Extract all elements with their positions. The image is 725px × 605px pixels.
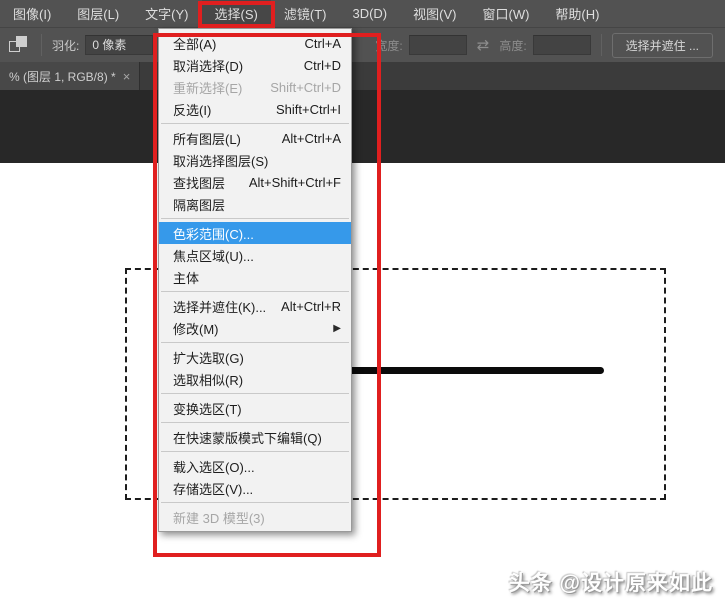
menu-item[interactable]: 隔离图层 [159, 193, 351, 215]
menu-item-label: 新建 3D 模型(3) [173, 510, 265, 526]
menu-item-label: 反选(I) [173, 102, 212, 118]
menu-bar: 图像(I) 图层(L) 文字(Y) 选择(S) 滤镜(T) 3D(D) 视图(V… [0, 0, 725, 28]
menu-item-label: 取消选择(D) [173, 58, 244, 74]
submenu-arrow-icon: ▶ [333, 322, 341, 334]
menubar-item-3d[interactable]: 3D(D) [339, 0, 400, 27]
menu-item-label: 取消选择图层(S) [173, 153, 269, 169]
document-tab-title: % (图层 1, RGB/8) * [9, 69, 116, 84]
menu-item[interactable]: 选取相似(R) [159, 368, 351, 390]
menu-item[interactable]: 焦点区域(U)... [159, 244, 351, 266]
feather-label: 羽化: [52, 38, 80, 53]
menu-separator [161, 342, 349, 343]
close-icon[interactable]: × [123, 69, 131, 84]
menu-item-label: 选择并遮住(K)... [173, 299, 267, 315]
menu-item[interactable]: 反选(I) Shift+Ctrl+I [159, 98, 351, 120]
menu-item[interactable]: 修改(M) ▶ [159, 317, 351, 339]
menu-separator [161, 502, 349, 503]
menu-item-shortcut: Ctrl+A [304, 35, 341, 51]
menubar-item-layer[interactable]: 图层(L) [64, 0, 132, 27]
menu-item-shortcut: Shift+Ctrl+D [270, 79, 341, 95]
menu-item[interactable]: 查找图层 Alt+Shift+Ctrl+F [159, 171, 351, 193]
watermark-text: 头条 @设计原来如此 [508, 572, 713, 595]
tool-options-bar: 羽化: 0 像素 宽度: ⇄ 高度: 选择并遮住 ... [0, 28, 725, 62]
menu-item[interactable]: 色彩范围(C)... [159, 222, 351, 244]
menu-item[interactable]: 新建 3D 模型(3) [159, 506, 351, 528]
selection-mode-icon[interactable] [9, 36, 31, 54]
menu-separator [161, 451, 349, 452]
menu-separator [161, 393, 349, 394]
menu-item[interactable]: 主体 [159, 266, 351, 288]
menu-separator [161, 422, 349, 423]
menu-item[interactable]: 重新选择(E) Shift+Ctrl+D [159, 76, 351, 98]
menu-item[interactable]: 扩大选取(G) [159, 346, 351, 368]
menu-item-label: 存储选区(V)... [173, 481, 254, 497]
menu-item-label: 选取相似(R) [173, 372, 244, 388]
document-tab[interactable]: % (图层 1, RGB/8) * × [0, 62, 141, 90]
canvas-dark-surround [0, 90, 725, 163]
select-menu-dropdown: 全部(A) Ctrl+A 取消选择(D) Ctrl+D 重新选择(E) Shift+Ctr… [158, 28, 352, 532]
menu-item-shortcut: Shift+Ctrl+I [275, 101, 341, 117]
menu-item[interactable]: 选择并遮住(K)... Alt+Ctrl+R [159, 295, 351, 317]
feather-input[interactable]: 0 像素 [85, 35, 154, 55]
width-input[interactable] [408, 35, 467, 55]
menubar-item-help[interactable]: 帮助(H) [542, 0, 612, 27]
menu-item-label: 载入选区(O)... [173, 459, 255, 475]
menu-item-label: 修改(M) [173, 321, 219, 337]
menu-item[interactable]: 全部(A) Ctrl+A [159, 32, 351, 54]
menu-item[interactable]: 在快速蒙版模式下编辑(Q) [159, 426, 351, 448]
menu-item-shortcut: Alt+Ctrl+A [281, 130, 341, 146]
menu-item[interactable]: 所有图层(L) Alt+Ctrl+A [159, 127, 351, 149]
menubar-item-window[interactable]: 窗口(W) [469, 0, 542, 27]
menu-item-shortcut: Ctrl+D [303, 57, 341, 73]
menubar-item-filter[interactable]: 滤镜(T) [271, 0, 340, 27]
photoshop-window: 图像(I) 图层(L) 文字(Y) 选择(S) 滤镜(T) 3D(D) 视图(V… [0, 0, 725, 605]
black-stroke-line [338, 367, 604, 374]
menu-separator [161, 218, 349, 219]
menu-item-label: 全部(A) [173, 36, 217, 52]
divider [41, 34, 42, 56]
menu-item-label: 重新选择(E) [173, 80, 243, 96]
menu-item[interactable]: 载入选区(O)... [159, 455, 351, 477]
menubar-item-type[interactable]: 文字(Y) [132, 0, 201, 27]
menu-separator [161, 123, 349, 124]
menu-item-shortcut: Alt+Shift+Ctrl+F [248, 174, 341, 190]
menu-item-label: 主体 [173, 270, 200, 286]
canvas-area: 头条 @设计原来如此 [0, 90, 725, 605]
menubar-item-select-label: 选择(S) [214, 7, 258, 22]
selection-square-front [16, 36, 27, 47]
menu-item-label: 扩大选取(G) [173, 350, 244, 366]
menu-item[interactable]: 取消选择(D) Ctrl+D [159, 54, 351, 76]
menu-item-label: 焦点区域(U)... [173, 248, 254, 264]
menubar-item-select[interactable]: 选择(S) [197, 0, 275, 28]
divider [600, 34, 602, 56]
menu-item-label: 隔离图层 [173, 197, 226, 213]
menu-item-label: 色彩范围(C)... [173, 226, 254, 242]
menu-item[interactable]: 存储选区(V)... [159, 477, 351, 499]
height-label: 高度: [499, 38, 527, 53]
select-and-mask-button[interactable]: 选择并遮住 ... [611, 32, 713, 58]
menu-item[interactable]: 取消选择图层(S) [159, 149, 351, 171]
menu-separator [161, 291, 349, 292]
menu-item-label: 查找图层 [173, 175, 226, 191]
document-tab-bar: % (图层 1, RGB/8) * × [0, 62, 725, 90]
menubar-item-view[interactable]: 视图(V) [400, 0, 469, 27]
swap-width-height-icon[interactable]: ⇄ [477, 36, 490, 54]
menubar-item-image[interactable]: 图像(I) [0, 0, 64, 27]
height-input[interactable] [532, 35, 591, 55]
width-label: 宽度: [375, 38, 403, 53]
menu-item-label: 变换选区(T) [173, 401, 242, 417]
menu-item-label: 所有图层(L) [173, 131, 241, 147]
menu-item[interactable]: 变换选区(T) [159, 397, 351, 419]
menu-item-shortcut: Alt+Ctrl+R [281, 298, 341, 314]
menu-item-label: 在快速蒙版模式下编辑(Q) [173, 430, 322, 446]
